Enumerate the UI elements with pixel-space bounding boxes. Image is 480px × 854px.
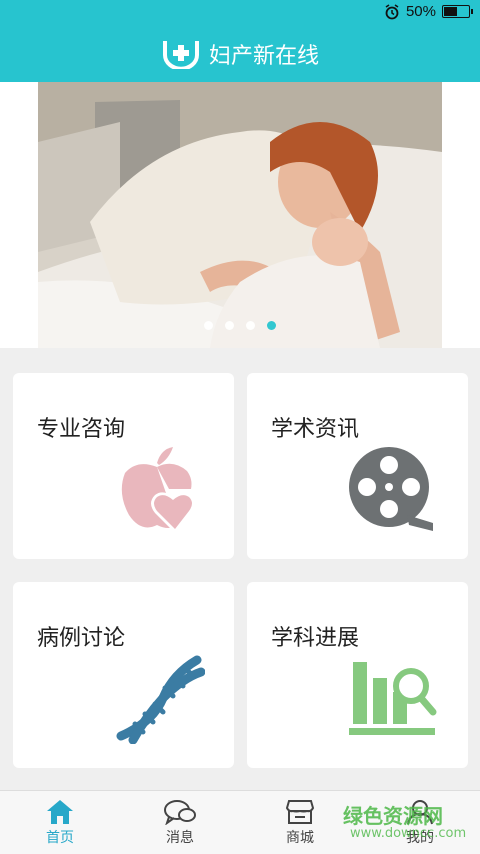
watermark-text: 绿色资源网: [343, 804, 443, 828]
banner-carousel[interactable]: [0, 82, 480, 348]
carousel-dot[interactable]: [246, 321, 255, 330]
battery-icon: [442, 5, 473, 18]
status-indicators: 50%: [384, 3, 473, 20]
card-title: 学术资讯: [271, 417, 360, 442]
card-consultation[interactable]: 专业咨询: [13, 373, 234, 559]
bar-chart-magnifier-icon: [349, 662, 437, 735]
card-discipline-progress[interactable]: 学科进展: [247, 582, 468, 768]
dna-icon: [116, 655, 205, 744]
battery-level: [444, 7, 457, 16]
tab-store[interactable]: 商城: [240, 791, 360, 854]
tab-label: 商城: [286, 830, 314, 846]
banner-photo[interactable]: [0, 82, 480, 348]
tab-messages[interactable]: 消息: [120, 791, 240, 854]
apple-heart-icon: [121, 447, 195, 533]
carousel-dot[interactable]: [225, 321, 234, 330]
medical-cross-logo-icon: [162, 41, 199, 69]
app-header: 妇产新在线: [0, 26, 480, 82]
store-icon: [285, 800, 315, 824]
carousel-dot[interactable]: [267, 321, 276, 330]
tab-label: 消息: [166, 830, 194, 846]
status-bar: 50%: [0, 0, 480, 26]
card-title: 病例讨论: [37, 626, 126, 651]
carousel-indicators: [0, 321, 480, 330]
home-icon: [47, 800, 73, 824]
film-reel-icon: [349, 447, 433, 531]
chat-bubbles-icon: [164, 800, 196, 825]
carousel-dot[interactable]: [204, 321, 213, 330]
tab-label: 首页: [46, 830, 74, 846]
battery-percent: 50%: [405, 3, 436, 20]
card-title: 专业咨询: [37, 417, 126, 442]
card-case-discussion[interactable]: 病例讨论: [13, 582, 234, 768]
alarm-clock-icon: [385, 3, 399, 19]
card-academic-news[interactable]: 学术资讯: [247, 373, 468, 559]
app-title: 妇产新在线: [208, 44, 319, 69]
card-title: 学科进展: [271, 626, 360, 651]
watermark-url: www.downcc.com: [350, 826, 467, 841]
tab-home[interactable]: 首页: [0, 791, 120, 854]
